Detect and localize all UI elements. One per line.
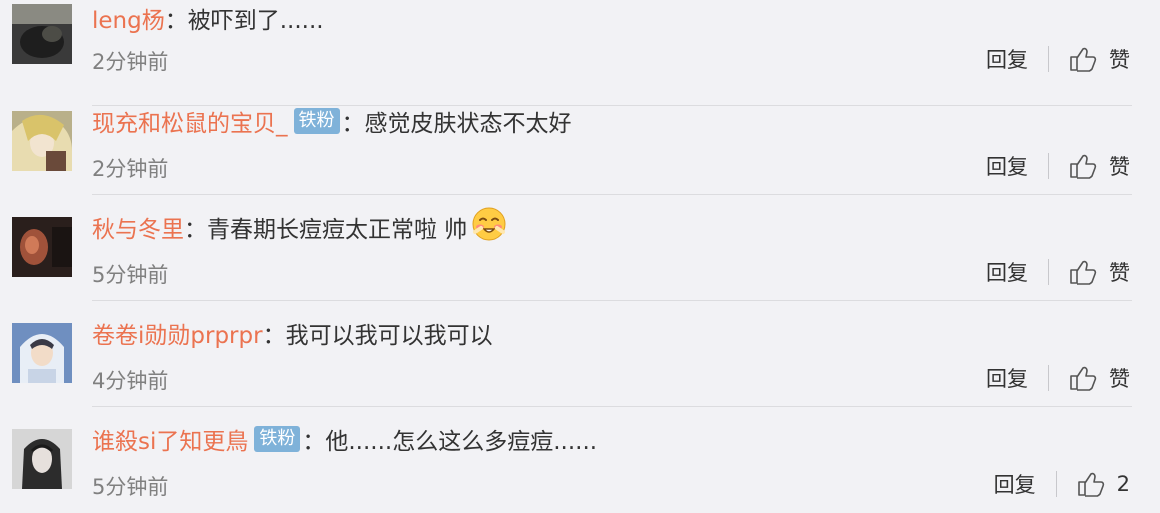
avatar-bw-portrait-icon (12, 429, 72, 489)
user-avatar[interactable] (12, 217, 72, 277)
like-button[interactable]: 赞 (1069, 363, 1130, 393)
like-count: 2 (1116, 472, 1130, 496)
like-label: 赞 (1109, 367, 1130, 391)
reply-button[interactable]: 回复 (986, 363, 1028, 393)
username-link[interactable]: leng杨 (92, 1, 165, 35)
username-link[interactable]: 现充和松鼠的宝贝_ (92, 104, 288, 138)
user-avatar[interactable] (12, 323, 72, 383)
fan-badge: 铁粉 (293, 108, 340, 134)
comment-item: 秋与冬里 ： 青春期长痘痘太正常啦 帅 5分钟前 回复 赞 (0, 195, 1160, 301)
comment-line: 现充和松鼠的宝贝_ 铁粉 ： 感觉皮肤状态不太好 (92, 103, 572, 139)
comment-text: 感觉皮肤状态不太好 (364, 111, 572, 137)
avatar-boy-hood-icon (12, 323, 72, 383)
comment-text: 被吓到了...... (187, 8, 324, 34)
timestamp: 5分钟前 (92, 475, 169, 499)
action-divider (1048, 153, 1049, 179)
username-link[interactable]: 秋与冬里 (92, 210, 184, 244)
action-divider (1048, 259, 1049, 285)
comment-line: leng杨 ： 被吓到了...... (92, 0, 324, 36)
like-label: 赞 (1109, 48, 1130, 72)
comment-text: 他......怎么这么多痘痘...... (325, 429, 598, 455)
timestamp: 5分钟前 (92, 263, 169, 287)
like-button[interactable]: 赞 (1069, 257, 1130, 287)
colon: ： (184, 217, 207, 243)
comment-text: 青春期长痘痘太正常啦 帅 (207, 217, 468, 243)
comment-actions: 回复 赞 (986, 44, 1130, 74)
user-avatar[interactable] (12, 429, 72, 489)
thumbs-up-icon (1070, 260, 1097, 285)
avatar-anime-girl-icon (12, 111, 72, 171)
action-divider (1048, 365, 1049, 391)
timestamp: 2分钟前 (92, 50, 169, 74)
reply-button[interactable]: 回复 (986, 151, 1028, 181)
comment-actions: 回复 赞 (986, 257, 1130, 287)
timestamp: 4分钟前 (92, 369, 169, 393)
comment-item: 卷卷i勋勋prprpr ： 我可以我可以我可以 4分钟前 回复 赞 (0, 301, 1160, 407)
thumbs-up-icon (1077, 472, 1104, 497)
action-divider (1055, 471, 1057, 497)
comment-actions: 回复 赞 (986, 151, 1130, 181)
avatar-dark-photo-icon (12, 217, 72, 277)
reply-button[interactable]: 回复 (986, 44, 1028, 74)
comment-actions: 回复 2 (994, 469, 1130, 499)
like-button[interactable]: 赞 (1069, 44, 1130, 74)
comment-item: 谁殺si了知更鳥 铁粉 ： 他......怎么这么多痘痘...... 5分钟前 … (0, 407, 1160, 513)
colon: ： (302, 429, 326, 455)
thumbs-up-icon (1070, 47, 1097, 72)
comment-line: 卷卷i勋勋prprpr ： 我可以我可以我可以 (92, 315, 493, 351)
comment-line: 秋与冬里 ： 青春期长痘痘太正常啦 帅 (92, 206, 507, 248)
blush-emoji-icon (471, 206, 507, 248)
user-avatar[interactable] (12, 111, 72, 171)
like-button[interactable]: 赞 (1069, 151, 1130, 181)
avatar-photo-dark-icon (12, 4, 72, 64)
comment-text: 我可以我可以我可以 (285, 323, 493, 349)
like-button[interactable]: 2 (1077, 471, 1130, 497)
comment-line: 谁殺si了知更鳥 铁粉 ： 他......怎么这么多痘痘...... (92, 421, 597, 457)
fan-badge: 铁粉 (254, 426, 301, 452)
user-avatar[interactable] (12, 4, 72, 64)
username-link[interactable]: 谁殺si了知更鳥 (92, 422, 248, 456)
timestamp: 2分钟前 (92, 157, 169, 181)
comment-actions: 回复 赞 (986, 363, 1130, 393)
like-label: 赞 (1109, 155, 1130, 179)
reply-button[interactable]: 回复 (986, 257, 1028, 287)
colon: ： (164, 8, 188, 34)
like-label: 赞 (1109, 261, 1130, 285)
reply-button[interactable]: 回复 (994, 469, 1036, 499)
colon: ： (341, 111, 365, 137)
comment-item: 现充和松鼠的宝贝_ 铁粉 ： 感觉皮肤状态不太好 2分钟前 回复 赞 (0, 89, 1160, 195)
thumbs-up-icon (1070, 366, 1097, 391)
thumbs-up-icon (1070, 154, 1097, 179)
username-link[interactable]: 卷卷i勋勋prprpr (92, 316, 263, 350)
action-divider (1048, 46, 1049, 72)
colon: ： (262, 323, 286, 349)
comment-list: leng杨 ： 被吓到了...... 2分钟前 回复 赞 现充和松鼠的宝贝_ 铁… (0, 0, 1160, 510)
